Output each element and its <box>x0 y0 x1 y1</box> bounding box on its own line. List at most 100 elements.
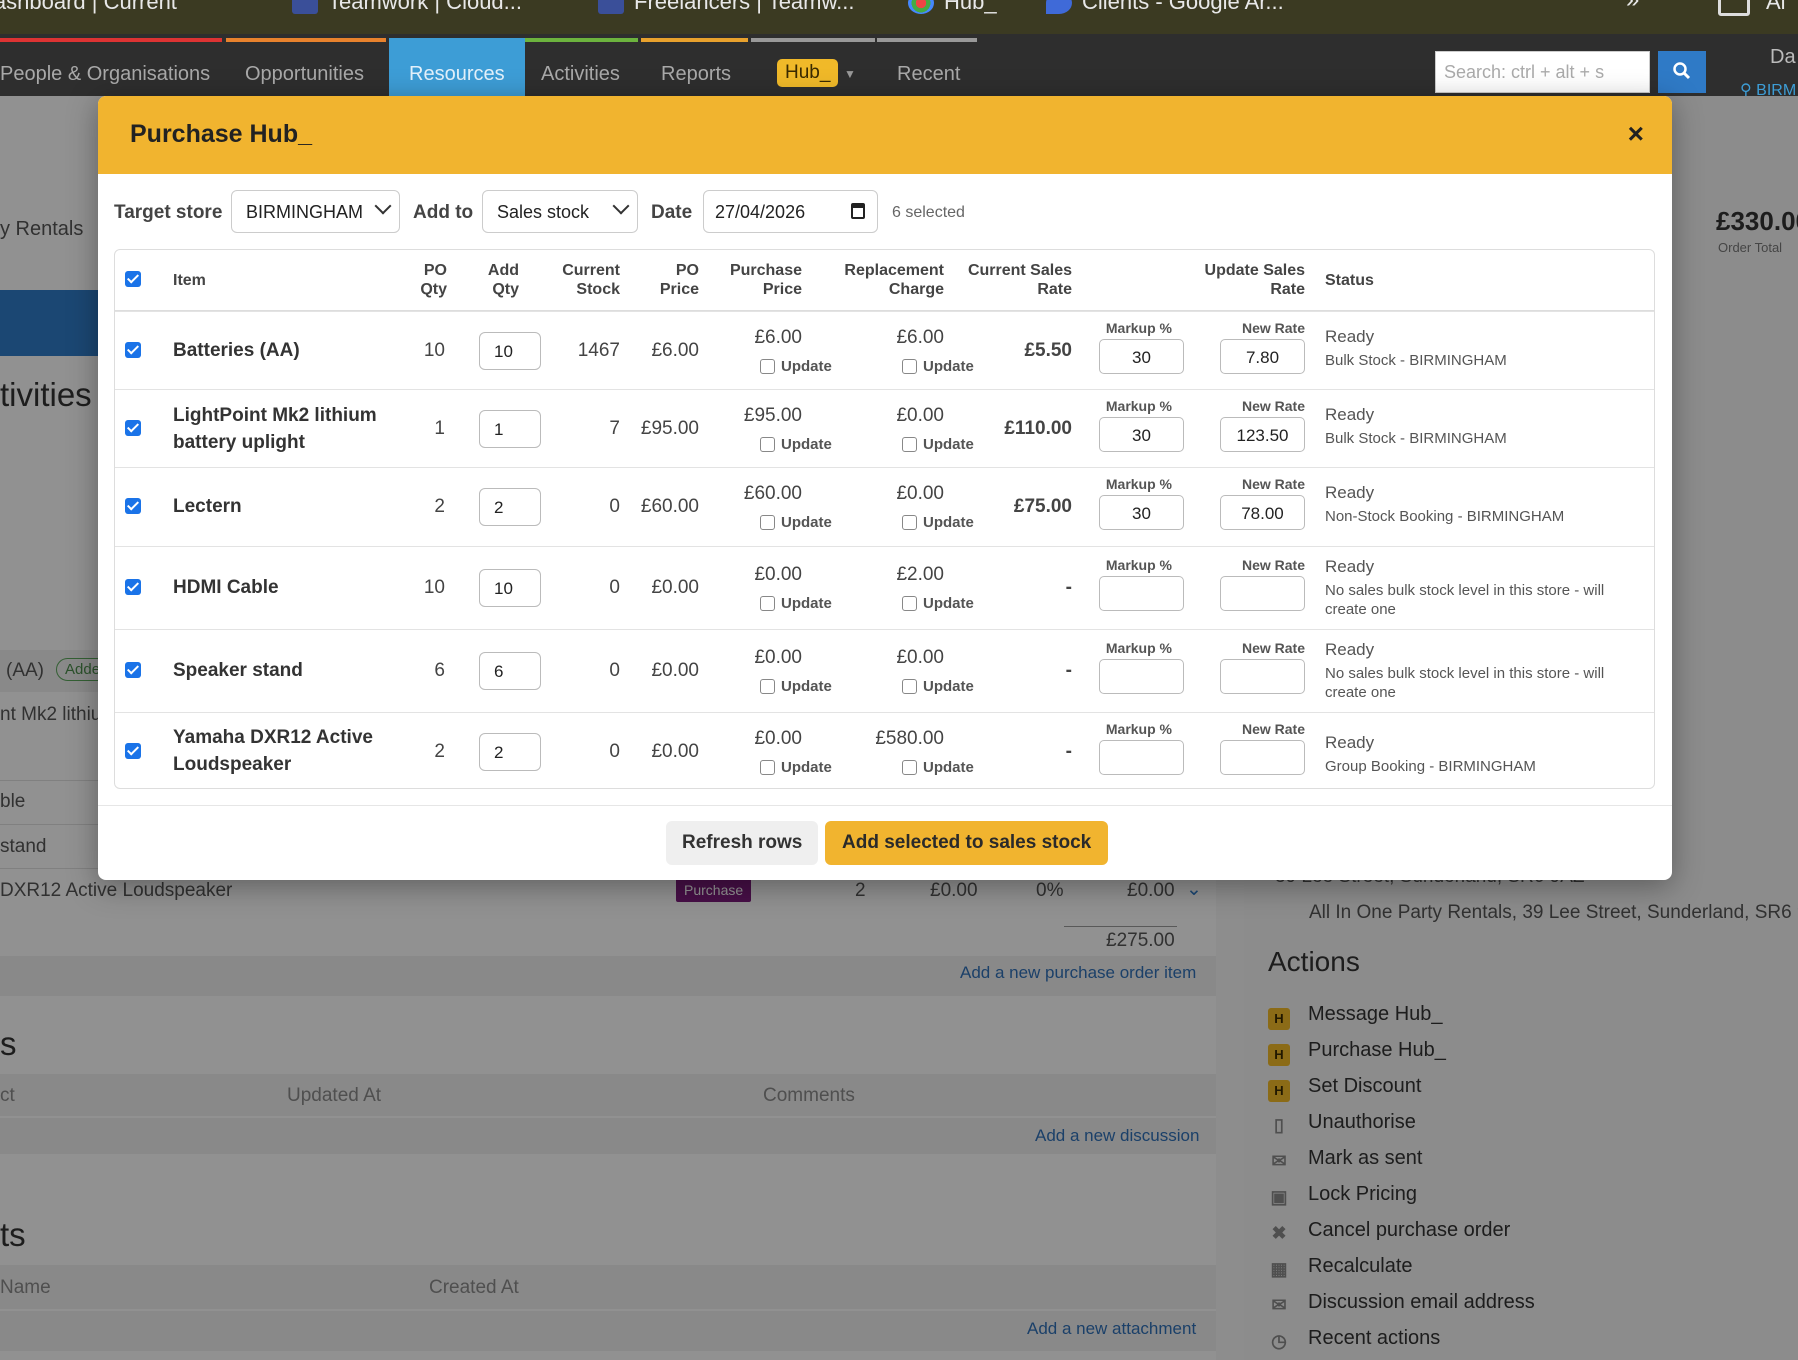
purchase-price-update[interactable]: Update <box>760 678 832 695</box>
row-select-checkbox[interactable] <box>125 579 141 595</box>
row-select-checkbox[interactable] <box>125 498 141 514</box>
nav-hub[interactable]: Hub_ <box>777 59 839 87</box>
nav-stripe <box>877 38 977 42</box>
replacement-charge-update[interactable]: Update <box>902 759 974 776</box>
current-stock: 0 <box>609 660 620 681</box>
nav-stripe <box>226 38 386 42</box>
update-checkbox[interactable] <box>760 437 775 452</box>
selected-count: 6 selected <box>892 204 965 221</box>
nav-opportunities[interactable]: Opportunities <box>245 63 364 86</box>
purchase-price-update[interactable]: Update <box>760 358 832 375</box>
replacement-charge: £0.00 <box>896 483 944 504</box>
col-current-stock: Current Stock <box>562 262 620 298</box>
col-current-sales-rate: Current Sales Rate <box>967 262 1072 298</box>
add-qty-input[interactable]: 1 <box>479 410 541 448</box>
add-qty-input[interactable]: 10 <box>479 332 541 370</box>
search-button[interactable] <box>1658 51 1706 93</box>
replacement-charge-update[interactable]: Update <box>902 678 974 695</box>
purchase-price-update[interactable]: Update <box>760 759 832 776</box>
table-row: Speaker stand 6 6 0 £0.00 £0.00 Update £… <box>115 629 1654 712</box>
add-to-sales-stock-button[interactable]: Add selected to sales stock <box>825 821 1109 865</box>
markup-input[interactable] <box>1099 659 1184 694</box>
purchase-price-update[interactable]: Update <box>760 595 832 612</box>
add-qty-input[interactable]: 2 <box>479 733 541 771</box>
row-select-checkbox[interactable] <box>125 662 141 678</box>
status-text: Ready <box>1325 557 1375 576</box>
purchase-price-update[interactable]: Update <box>760 514 832 531</box>
new-rate-input[interactable]: 7.80 <box>1220 339 1305 374</box>
add-to-select[interactable]: Sales stock <box>482 190 638 233</box>
bookmarks-overflow-chevron-icon[interactable]: » <box>1626 0 1639 14</box>
status-text: Ready <box>1325 327 1375 346</box>
refresh-rows-button[interactable]: Refresh rows <box>666 821 819 865</box>
update-checkbox[interactable] <box>902 596 917 611</box>
replacement-charge-update[interactable]: Update <box>902 358 974 375</box>
update-checkbox[interactable] <box>902 515 917 530</box>
update-checkbox[interactable] <box>902 359 917 374</box>
po-qty: 2 <box>434 496 445 517</box>
item-name: Batteries (AA) <box>173 340 300 361</box>
po-price: £6.00 <box>651 340 699 361</box>
markup-input[interactable] <box>1099 740 1184 775</box>
bookmark-hub[interactable]: Hub_ <box>908 0 997 15</box>
update-checkbox[interactable] <box>760 760 775 775</box>
update-checkbox[interactable] <box>902 679 917 694</box>
add-qty-input[interactable]: 10 <box>479 569 541 607</box>
new-rate-input[interactable]: 78.00 <box>1220 495 1305 530</box>
col-replacement-charge: Replacement Charge <box>844 262 944 298</box>
nav-activities[interactable]: Activities <box>541 63 620 86</box>
update-checkbox[interactable] <box>902 760 917 775</box>
markup-input[interactable] <box>1099 576 1184 611</box>
nav-stripe <box>0 38 222 42</box>
col-po-qty: PO Qty <box>420 262 447 298</box>
target-store-select[interactable]: BIRMINGHAM <box>231 190 400 233</box>
clients-favicon-icon <box>1046 0 1072 15</box>
row-select-checkbox[interactable] <box>125 420 141 436</box>
po-price: £0.00 <box>651 577 699 598</box>
new-rate-label: New Rate <box>1241 721 1305 737</box>
status-detail: No sales bulk stock level in this store … <box>1325 665 1605 701</box>
nav-resources[interactable]: Resources <box>389 38 525 96</box>
date-label: Date <box>651 202 693 223</box>
update-checkbox[interactable] <box>760 359 775 374</box>
status-detail: Bulk Stock - BIRMINGHAM <box>1325 430 1507 447</box>
replacement-charge-update[interactable]: Update <box>902 595 974 612</box>
update-checkbox[interactable] <box>902 437 917 452</box>
add-qty-input[interactable]: 2 <box>479 488 541 526</box>
update-checkbox[interactable] <box>760 515 775 530</box>
markup-label: Markup % <box>1105 640 1172 656</box>
row-select-checkbox[interactable] <box>125 743 141 759</box>
markup-input[interactable]: 30 <box>1099 417 1184 452</box>
new-rate-input[interactable] <box>1220 740 1305 775</box>
bookmark-clients[interactable]: Clients - Google Ar... <box>1046 0 1284 15</box>
bookmark-teamwork[interactable]: Teamwork | Cloud... <box>292 0 522 15</box>
global-search-input[interactable]: Search: ctrl + alt + s <box>1435 51 1650 93</box>
new-rate-label: New Rate <box>1241 320 1305 336</box>
replacement-charge-update[interactable]: Update <box>902 436 974 453</box>
nav-reports[interactable]: Reports <box>661 63 731 86</box>
update-checkbox[interactable] <box>760 596 775 611</box>
bookmark-freelancers[interactable]: Freelancers | Teamw... <box>598 0 855 15</box>
bookmark-all[interactable]: Al <box>1766 0 1786 15</box>
new-rate-input[interactable]: 123.50 <box>1220 417 1305 452</box>
new-rate-input[interactable] <box>1220 576 1305 611</box>
new-rate-input[interactable] <box>1220 659 1305 694</box>
new-rate-label: New Rate <box>1241 557 1305 573</box>
markup-input[interactable]: 30 <box>1099 495 1184 530</box>
select-all-checkbox[interactable] <box>125 271 141 287</box>
purchase-price-update[interactable]: Update <box>760 436 832 453</box>
nav-people-organisations[interactable]: People & Organisations <box>0 63 210 86</box>
markup-input[interactable]: 30 <box>1099 339 1184 374</box>
date-input[interactable]: 27/04/2026 <box>703 190 878 233</box>
replacement-charge-update[interactable]: Update <box>902 514 974 531</box>
add-qty-input[interactable]: 6 <box>479 652 541 690</box>
nav-recent[interactable]: Recent <box>897 63 960 86</box>
close-icon[interactable]: × <box>1628 118 1644 150</box>
bookmarks-folder-icon[interactable] <box>1718 0 1750 16</box>
row-select-checkbox[interactable] <box>125 342 141 358</box>
calendar-icon <box>851 203 865 219</box>
update-checkbox[interactable] <box>760 679 775 694</box>
bookmark-dashboard[interactable]: Dashboard | Current <box>0 0 177 15</box>
hub-dropdown-caret-icon[interactable]: ▼ <box>844 67 856 81</box>
current-stock: 1467 <box>577 340 620 361</box>
